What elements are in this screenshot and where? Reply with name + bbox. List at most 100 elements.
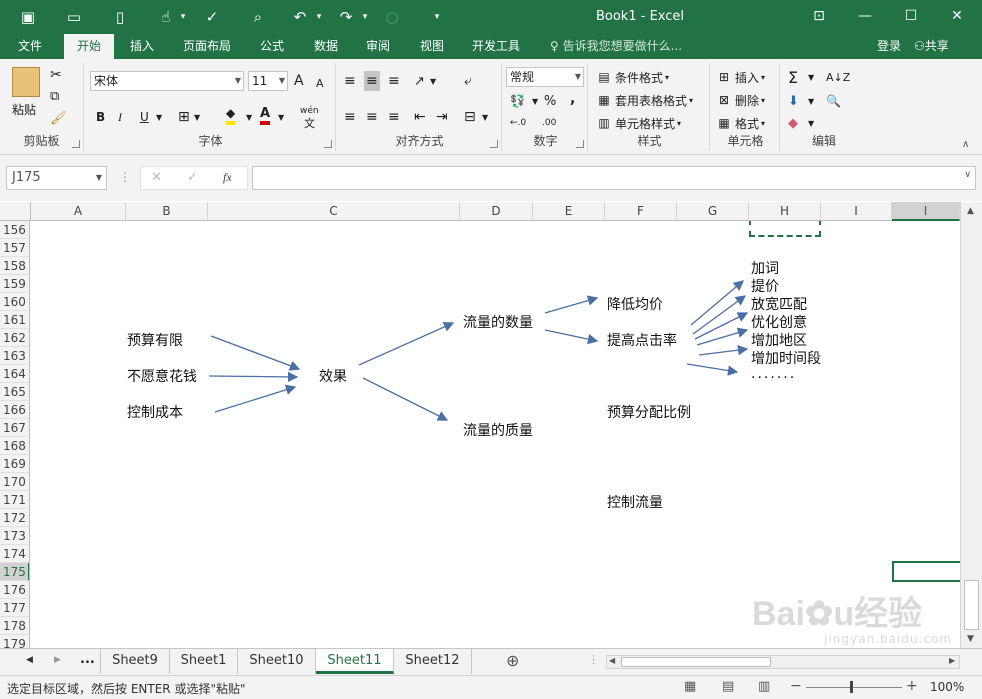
- column-header-g[interactable]: G: [677, 202, 749, 221]
- enter-icon[interactable]: ✓: [187, 170, 198, 185]
- chevron-down-icon[interactable]: ▾: [314, 7, 324, 27]
- tab-page-layout[interactable]: 页面布局: [174, 34, 240, 59]
- chevron-down-icon[interactable]: ▼: [808, 113, 814, 133]
- align-center-icon[interactable]: ≡: [366, 107, 378, 127]
- ribbon-display-icon[interactable]: ⊡: [806, 4, 832, 28]
- row-header[interactable]: 159: [0, 275, 29, 293]
- customize-qat-icon[interactable]: ▾: [432, 7, 442, 27]
- tab-developer[interactable]: 开发工具: [464, 34, 528, 59]
- row-header[interactable]: 178: [0, 617, 29, 635]
- format-cells-button[interactable]: ▦ 格式 ▾: [716, 113, 765, 133]
- tab-view[interactable]: 视图: [408, 34, 456, 59]
- tab-next-icon[interactable]: ▶: [54, 655, 61, 665]
- orientation-icon[interactable]: ↗: [414, 71, 425, 91]
- row-header[interactable]: 164: [0, 365, 29, 383]
- decrease-indent-icon[interactable]: ⇤: [414, 107, 426, 127]
- scroll-thumb[interactable]: [964, 580, 979, 630]
- tab-data[interactable]: 数据: [302, 34, 350, 59]
- chevron-down-icon[interactable]: ▼: [156, 107, 162, 127]
- column-header-e[interactable]: E: [533, 202, 605, 221]
- scroll-down-icon[interactable]: ▼: [967, 634, 974, 644]
- row-header[interactable]: 157: [0, 239, 29, 257]
- font-color-icon[interactable]: A: [260, 105, 271, 125]
- row-header[interactable]: 166: [0, 401, 29, 419]
- tab-split-grip-icon[interactable]: ⋮: [588, 653, 599, 666]
- row-header[interactable]: 165: [0, 383, 29, 401]
- underline-button[interactable]: U: [140, 107, 149, 127]
- share-button[interactable]: ⚇共享: [914, 34, 949, 58]
- undo-icon[interactable]: ↶: [290, 7, 310, 27]
- fill-icon[interactable]: ⬇: [788, 91, 799, 111]
- font-size-select[interactable]: 11 ▼: [248, 71, 288, 91]
- row-header-selected[interactable]: 175: [0, 563, 29, 581]
- tab-prev-icon[interactable]: ◀: [26, 655, 33, 665]
- row-header[interactable]: 167: [0, 419, 29, 437]
- format-as-table-button[interactable]: ▦ 套用表格格式 ▾: [596, 90, 693, 110]
- row-header[interactable]: 171: [0, 491, 29, 509]
- touch-mode-icon[interactable]: ☝: [156, 7, 176, 27]
- sheet-tab-sheet11[interactable]: Sheet11: [316, 649, 394, 674]
- currency-icon[interactable]: 💱: [510, 91, 525, 111]
- page-break-view-icon[interactable]: ▥: [758, 679, 770, 694]
- wrap-text-icon[interactable]: ⤶: [464, 71, 472, 91]
- dialog-launcher-icon[interactable]: [72, 140, 80, 148]
- tab-insert[interactable]: 插入: [118, 34, 166, 59]
- zoom-out-icon[interactable]: −: [790, 678, 802, 694]
- zoom-slider[interactable]: [806, 687, 902, 688]
- tab-review[interactable]: 审阅: [354, 34, 402, 59]
- sheet-tab-sheet12[interactable]: Sheet12: [394, 649, 472, 674]
- page-layout-view-icon[interactable]: ▤: [722, 679, 734, 694]
- maximize-icon[interactable]: ☐: [898, 4, 924, 28]
- number-format-select[interactable]: 常规 ▼: [506, 67, 584, 87]
- normal-view-icon[interactable]: ▦: [684, 679, 696, 694]
- zoom-level[interactable]: 100%: [930, 680, 964, 694]
- bold-button[interactable]: B: [96, 107, 105, 127]
- row-header[interactable]: 161: [0, 311, 29, 329]
- increase-indent-icon[interactable]: ⇥: [436, 107, 448, 127]
- comma-button[interactable]: ,: [570, 89, 575, 109]
- clear-icon[interactable]: ◆: [788, 113, 798, 133]
- close-icon[interactable]: ✕: [944, 4, 970, 28]
- row-header[interactable]: 156: [0, 221, 29, 239]
- column-header-a[interactable]: A: [31, 202, 126, 221]
- merge-center-icon[interactable]: ⊟: [464, 107, 476, 127]
- expand-formula-icon[interactable]: ∨: [964, 170, 971, 180]
- paste-button[interactable]: 粘贴: [12, 101, 36, 118]
- chevron-down-icon[interactable]: ▾: [178, 7, 188, 27]
- chevron-down-icon[interactable]: ▼: [194, 107, 200, 127]
- cut-icon[interactable]: ✂: [50, 67, 62, 83]
- chevron-down-icon[interactable]: ▼: [246, 107, 252, 127]
- chevron-down-icon[interactable]: ▾: [360, 7, 370, 27]
- login-link[interactable]: 登录: [877, 34, 901, 58]
- dialog-launcher-icon[interactable]: [576, 140, 584, 148]
- italic-button[interactable]: I: [118, 107, 122, 127]
- autosum-icon[interactable]: Σ: [788, 67, 798, 87]
- copy-icon[interactable]: ⧉: [50, 89, 59, 104]
- row-header[interactable]: 160: [0, 293, 29, 311]
- row-header[interactable]: 169: [0, 455, 29, 473]
- scroll-right-icon[interactable]: ▶: [949, 656, 955, 665]
- row-header[interactable]: 176: [0, 581, 29, 599]
- cell-styles-button[interactable]: ▥ 单元格样式 ▾: [596, 113, 681, 133]
- column-header-j[interactable]: I: [892, 202, 960, 221]
- new-icon[interactable]: ▯: [110, 7, 130, 27]
- row-header[interactable]: 170: [0, 473, 29, 491]
- chevron-down-icon[interactable]: ▼: [532, 91, 538, 111]
- row-header[interactable]: 168: [0, 437, 29, 455]
- decrease-decimal-button[interactable]: .00: [542, 113, 556, 133]
- font-name-select[interactable]: 宋体 ▼: [90, 71, 244, 91]
- scroll-left-icon[interactable]: ◀: [609, 656, 615, 665]
- dialog-launcher-icon[interactable]: [490, 140, 498, 148]
- minimize-icon[interactable]: —: [852, 4, 878, 28]
- row-header[interactable]: 172: [0, 509, 29, 527]
- collapse-ribbon-icon[interactable]: ∧: [962, 139, 969, 150]
- delete-cells-button[interactable]: ⊠ 删除 ▾: [716, 90, 765, 110]
- print-preview-icon[interactable]: ⌕: [248, 7, 268, 27]
- h-scroll-thumb[interactable]: [621, 657, 771, 667]
- row-header[interactable]: 174: [0, 545, 29, 563]
- tab-home[interactable]: 开始: [64, 34, 114, 59]
- chevron-down-icon[interactable]: ▼: [482, 107, 488, 127]
- sheet-tab-sheet1[interactable]: Sheet1: [170, 649, 238, 674]
- zoom-in-icon[interactable]: +: [906, 678, 918, 694]
- conditional-formatting-button[interactable]: ▤ 条件格式 ▾: [596, 67, 669, 87]
